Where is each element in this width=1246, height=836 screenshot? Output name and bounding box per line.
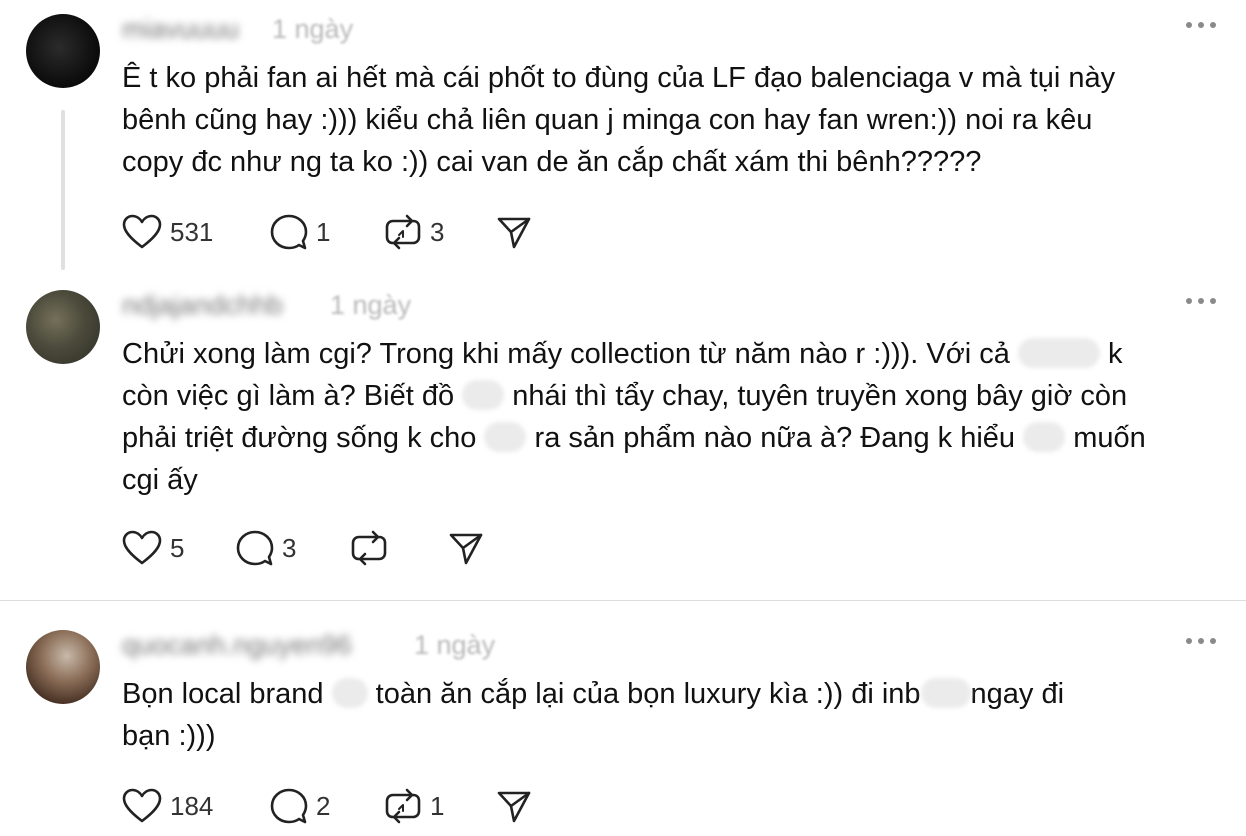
avatar[interactable] <box>26 290 100 364</box>
text-segment: phải triệt đường sống k cho <box>122 422 477 454</box>
comment-line: còn việc gì làm à? Biết đồ nhái thì tẩy … <box>122 375 1192 417</box>
more-options-icon[interactable] <box>1186 636 1216 646</box>
username[interactable]: ndjajandchhb <box>122 290 283 321</box>
repost-count: 3 <box>430 216 445 247</box>
text-segment: nhái thì tẩy chay, tuyên truyền xong bây… <box>512 380 1128 412</box>
like-button[interactable]: 184 <box>122 786 213 826</box>
reply-count: 3 <box>282 532 297 563</box>
heart-icon <box>122 530 162 565</box>
repost-icon <box>385 214 421 250</box>
repost-button[interactable] <box>350 528 396 568</box>
comment-text: Ê t ko phải fan ai hết mà cái phốt to đù… <box>122 57 1192 183</box>
comment-text: Chửi xong làm cgi? Trong khi mấy collect… <box>122 333 1192 501</box>
comment-icon <box>270 214 308 250</box>
comment-icon <box>236 530 274 566</box>
redacted-text <box>331 678 368 708</box>
share-button[interactable] <box>496 212 532 252</box>
text-segment: Chửi xong làm cgi? Trong khi mấy collect… <box>122 338 1010 370</box>
like-count: 531 <box>170 216 214 247</box>
redacted-text <box>1017 338 1100 368</box>
redacted-text <box>920 678 971 708</box>
repost-button[interactable]: 3 <box>384 212 444 252</box>
redacted-text <box>1023 422 1066 452</box>
avatar[interactable] <box>26 630 100 704</box>
redacted-text <box>462 380 505 410</box>
reply-count: 2 <box>316 790 331 821</box>
share-button[interactable] <box>448 528 484 568</box>
timestamp: 1 ngày <box>272 14 354 44</box>
comment-line: cgi ấy <box>122 464 198 496</box>
divider <box>0 600 1246 601</box>
more-options-icon[interactable] <box>1186 296 1216 306</box>
repost-button[interactable]: 1 <box>384 786 444 826</box>
username[interactable]: miavuuuu <box>122 14 239 45</box>
like-count: 184 <box>170 790 214 821</box>
repost-count: 1 <box>430 790 445 821</box>
text-segment: toàn ăn cắp lại của bọn luxury kìa :)) đ… <box>375 678 921 710</box>
comment-text: Bọn local brand toàn ăn cắp lại của bọn … <box>122 673 1192 757</box>
heart-icon <box>122 214 162 249</box>
thread-connector-line <box>61 110 65 270</box>
heart-icon <box>122 788 162 823</box>
send-icon <box>497 791 531 823</box>
avatar[interactable] <box>26 14 100 88</box>
more-options-icon[interactable] <box>1186 20 1216 30</box>
send-icon <box>497 217 531 249</box>
reply-button[interactable]: 3 <box>236 528 296 568</box>
send-icon <box>449 533 483 565</box>
text-segment: k <box>1108 338 1123 370</box>
comment-icon <box>270 788 308 824</box>
comment-line: copy đc như ng ta ko :)) cai van de ăn c… <box>122 146 982 178</box>
redacted-text <box>484 422 527 452</box>
comment-line: Bọn local brand toàn ăn cắp lại của bọn … <box>122 673 1192 715</box>
text-segment: muốn <box>1073 422 1146 454</box>
text-segment: còn việc gì làm à? Biết đồ <box>122 380 455 412</box>
reply-button[interactable]: 1 <box>270 212 330 252</box>
timestamp: 1 ngày <box>330 290 412 320</box>
text-segment: Bọn local brand <box>122 678 324 710</box>
repost-icon <box>385 788 421 824</box>
like-count: 5 <box>170 532 185 563</box>
comment-line: bạn :))) <box>122 720 216 752</box>
comment-line: Ê t ko phải fan ai hết mà cái phốt to đù… <box>122 62 1116 94</box>
reply-button[interactable]: 2 <box>270 786 330 826</box>
username[interactable]: quocanh.nguyen96 <box>122 630 352 661</box>
like-button[interactable]: 5 <box>122 528 184 568</box>
text-segment: ra sản phẩm nào nữa à? Đang k hiểu <box>534 422 1016 454</box>
like-button[interactable]: 531 <box>122 212 213 252</box>
timestamp: 1 ngày <box>414 630 496 660</box>
share-button[interactable] <box>496 786 532 826</box>
comment-line: phải triệt đường sống k cho ra sản phẩm … <box>122 417 1192 459</box>
comment-line: bênh cũng hay :))) kiểu chả liên quan j … <box>122 104 1093 136</box>
repost-icon <box>351 530 387 566</box>
reply-count: 1 <box>316 216 331 247</box>
text-segment: ngay đi <box>970 678 1065 710</box>
comment-line: Chửi xong làm cgi? Trong khi mấy collect… <box>122 333 1192 375</box>
